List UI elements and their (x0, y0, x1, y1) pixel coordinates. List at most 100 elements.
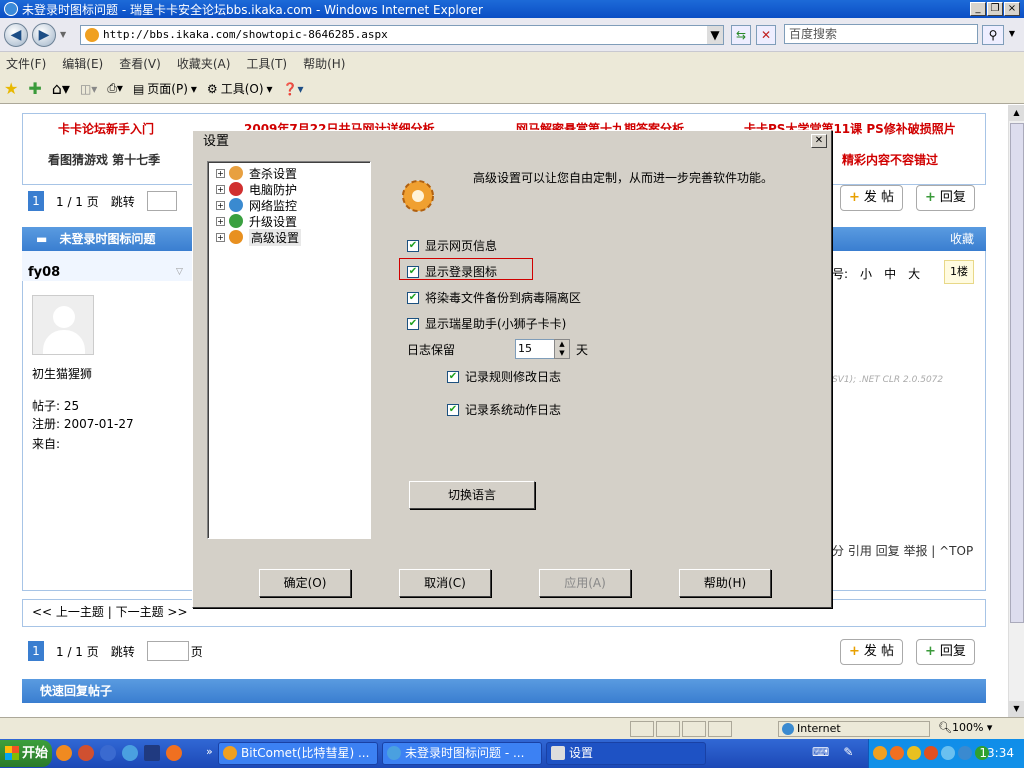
menu-favorites[interactable]: 收藏夹(A) (177, 55, 231, 72)
quick-launch-app-icon[interactable] (56, 745, 72, 761)
favorites-star-icon[interactable]: ★ (4, 79, 18, 98)
help-icon[interactable]: ❓▾ (283, 82, 304, 96)
scroll-up-icon[interactable]: ▲ (1009, 105, 1024, 121)
menu-edit[interactable]: 编辑(E) (62, 55, 103, 72)
expand-icon[interactable]: + (216, 232, 225, 242)
quick-launch-app-icon[interactable] (144, 745, 160, 761)
option-show-login-icon[interactable]: ✔ 显示登录图标 (407, 263, 497, 280)
tray-icon[interactable] (890, 746, 904, 760)
tray-icon[interactable] (907, 746, 921, 760)
prev-next-topic[interactable]: << 上一主题 | 下一主题 >> (32, 603, 188, 620)
log-days-spinner[interactable]: ▲ ▼ (554, 339, 570, 359)
tools-menu-button[interactable]: ⚙ 工具(O) ▾ (207, 80, 273, 97)
home-icon[interactable]: ⌂▾ (52, 79, 70, 98)
maximize-button[interactable]: ❐ (987, 2, 1003, 16)
link-highlights[interactable]: 精彩内容不容错过 (842, 151, 938, 168)
quick-launch-app-icon[interactable] (78, 745, 94, 761)
menu-help[interactable]: 帮助(H) (303, 55, 345, 72)
quick-launch-more-icon[interactable]: » (206, 745, 213, 758)
forward-button[interactable]: ▶ (32, 23, 56, 47)
stop-icon[interactable]: ✕ (756, 25, 776, 45)
option-log-rule-changes[interactable]: ✔ 记录规则修改日志 (447, 368, 561, 385)
expand-icon[interactable]: + (216, 184, 225, 194)
task-ie[interactable]: 未登录时图标问题 - ... (382, 742, 542, 765)
search-options-icon[interactable]: ▼ (1004, 25, 1020, 45)
history-dropdown-icon[interactable]: ▼ (60, 30, 66, 39)
font-large[interactable]: 大 (908, 265, 920, 282)
font-small[interactable]: 小 (860, 265, 872, 282)
tray-icon[interactable] (941, 746, 955, 760)
minimize-button[interactable]: _ (970, 2, 986, 16)
option-backup-infected[interactable]: ✔ 将染毒文件备份到病毒隔离区 (407, 289, 581, 306)
tree-item-protection[interactable]: + 电脑防护 (216, 181, 370, 197)
quick-launch-app-icon[interactable] (166, 745, 182, 761)
add-favorite-icon[interactable]: ✚ (28, 79, 41, 98)
address-bar[interactable]: http://bbs.ikaka.com/showtopic-8646285.a… (80, 25, 724, 45)
page-scrollbar[interactable]: ▲ ▼ (1008, 105, 1024, 717)
post-button-top[interactable]: + 发 帖 (840, 185, 904, 211)
reply-button-top[interactable]: + 回复 (916, 185, 975, 211)
search-icon[interactable]: ⚲ (982, 25, 1004, 45)
goto-input[interactable] (146, 191, 177, 211)
task-settings[interactable]: 设置 (546, 742, 706, 765)
search-input[interactable]: 百度搜索 (784, 24, 978, 44)
pen-icon[interactable]: ✎ (843, 745, 853, 759)
menu-tools[interactable]: 工具(T) (246, 55, 287, 72)
expand-icon[interactable]: + (216, 168, 225, 178)
option-show-assistant[interactable]: ✔ 显示瑞星助手(小狮子卡卡) (407, 315, 566, 332)
page-current-bottom[interactable]: 1 (28, 641, 44, 661)
checkbox[interactable]: ✔ (407, 265, 419, 278)
menu-file[interactable]: 文件(F) (6, 55, 46, 72)
cancel-button[interactable]: 取消(C) (399, 569, 491, 597)
scroll-thumb[interactable] (1010, 123, 1024, 623)
log-days-input[interactable]: 15 (515, 339, 555, 359)
task-bitcomet[interactable]: BitComet(比特彗星) ... (218, 742, 378, 765)
address-dropdown-icon[interactable]: ▼ (707, 26, 723, 44)
favorite-link[interactable]: 收藏 (950, 227, 974, 251)
author-name[interactable]: fy08 (28, 265, 60, 280)
post-actions[interactable]: 分 引用 回复 举报 | ^TOP (832, 542, 973, 559)
option-log-system-actions[interactable]: ✔ 记录系统动作日志 (447, 401, 561, 418)
tree-item-network[interactable]: + 网络监控 (216, 197, 370, 213)
clock[interactable]: 13:34 (979, 746, 1014, 760)
quick-launch-ie-icon[interactable] (122, 745, 138, 761)
tray-icon[interactable] (924, 746, 938, 760)
goto-input-bottom[interactable] (146, 641, 189, 661)
back-button[interactable]: ◀ (4, 23, 28, 47)
help-button[interactable]: 帮助(H) (679, 569, 771, 597)
menu-view[interactable]: 查看(V) (119, 55, 161, 72)
reply-button-bottom[interactable]: + 回复 (916, 639, 975, 665)
expand-icon[interactable]: + (216, 200, 225, 210)
apply-button[interactable]: 应用(A) (539, 569, 631, 597)
post-button-bottom[interactable]: + 发 帖 (840, 639, 904, 665)
tree-item-scan[interactable]: + 查杀设置 (216, 165, 370, 181)
checkbox[interactable]: ✔ (407, 291, 419, 304)
quick-launch-app-icon[interactable] (100, 745, 116, 761)
option-show-web-info[interactable]: ✔ 显示网页信息 (407, 237, 497, 254)
dialog-close-button[interactable]: ✕ (811, 134, 827, 148)
tree-item-update[interactable]: + 升级设置 (216, 213, 370, 229)
close-window-button[interactable]: × (1004, 2, 1020, 16)
page-current[interactable]: 1 (28, 191, 44, 211)
checkbox[interactable]: ✔ (407, 317, 419, 330)
tray-icon[interactable] (873, 746, 887, 760)
zone-indicator[interactable]: Internet (778, 721, 930, 737)
checkbox[interactable]: ✔ (447, 370, 459, 383)
ok-button[interactable]: 确定(O) (259, 569, 351, 597)
expand-icon[interactable]: + (216, 216, 225, 226)
tree-item-advanced[interactable]: + 高级设置 (216, 228, 370, 246)
print-icon[interactable]: ⎙▾ (107, 81, 123, 96)
link-game[interactable]: 看图猜游戏 第十七季 (48, 151, 160, 168)
keyboard-icon[interactable]: ⌨ (812, 745, 829, 759)
author-menu-icon[interactable]: ▽ (176, 267, 183, 277)
font-medium[interactable]: 中 (884, 265, 896, 282)
checkbox[interactable]: ✔ (407, 239, 419, 252)
switch-language-button[interactable]: 切换语言 (409, 481, 535, 509)
page-menu-button[interactable]: ▤ 页面(P) ▾ (133, 80, 197, 97)
feeds-icon[interactable]: ◫▾ (80, 82, 97, 96)
refresh-icon[interactable]: ⇆ (731, 25, 751, 45)
zoom-control[interactable]: 🔍︎100% ▾ (938, 721, 1008, 737)
scroll-down-icon[interactable]: ▼ (1009, 701, 1024, 717)
link-newbie-guide[interactable]: 卡卡论坛新手入门 (58, 120, 154, 137)
tray-icon[interactable] (958, 746, 972, 760)
